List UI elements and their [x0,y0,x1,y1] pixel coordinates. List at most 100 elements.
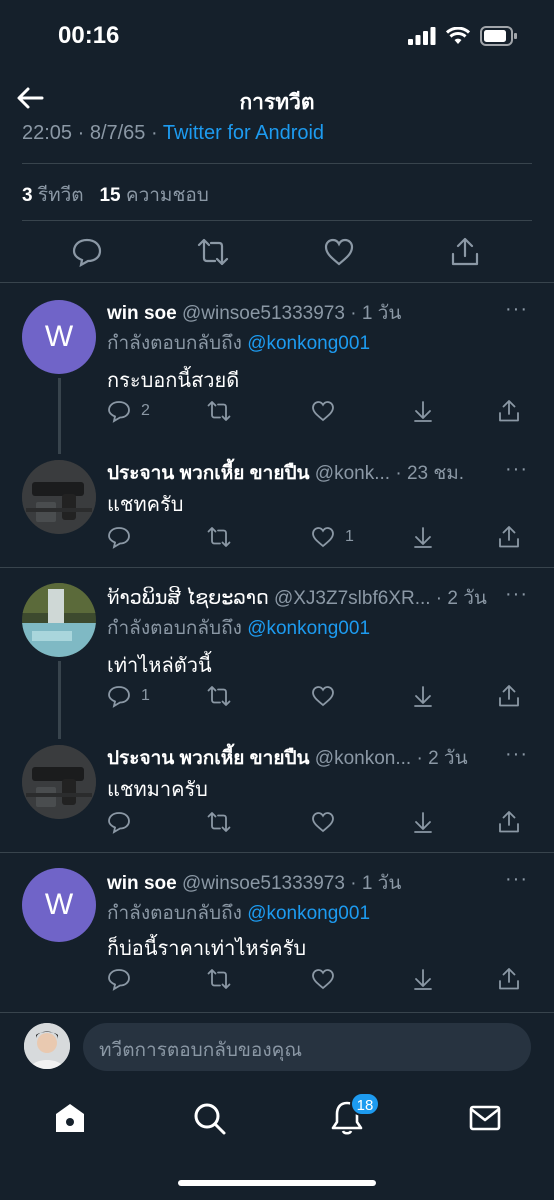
like-button[interactable] [311,398,345,424]
reply-prefix: กำลังตอบกลับถึง [107,333,242,354]
like-button[interactable] [311,966,345,992]
author-name: ประจาน พวกเหี้ย ขายปืน [107,748,310,769]
tweet-author-line[interactable]: win soe @winsoe51333973 · 1 วัน [107,298,492,328]
download-arrow-icon [414,969,432,990]
reply-compose-input[interactable]: ทวีตการตอบกลับของคุณ [83,1023,531,1071]
avatar[interactable]: W [22,300,96,374]
gun-photo-avatar [22,745,96,819]
reply-thread-3: W win soe @winsoe51333973 · 1 วัน ··· กำ… [0,852,554,1012]
profile-photo-avatar [24,1023,70,1069]
retweet-button[interactable] [207,524,231,550]
tweet-actions [107,966,527,992]
tweet-source-link[interactable]: Twitter for Android [163,122,324,144]
tweet-author-line[interactable]: win soe @winsoe51333973 · 1 วัน [107,868,492,898]
tweet-actions: 1 [107,524,527,550]
retweet-count[interactable]: 3 [22,185,33,206]
more-options-icon[interactable]: ··· [505,298,528,321]
like-label[interactable]: ความชอบ [126,185,209,206]
like-button[interactable] [311,809,345,835]
author-name: ประจาน พวกเหี้ย ขายปืน [107,463,310,484]
reply-button[interactable] [107,966,141,992]
download-arrow-icon [414,812,432,833]
mention-link[interactable]: @konkong001 [247,618,370,639]
share-button[interactable] [497,524,521,550]
retweet-label[interactable]: รีทวีต [38,185,84,206]
more-options-icon[interactable]: ··· [505,743,528,766]
reply-button[interactable] [107,809,141,835]
more-options-icon[interactable]: ··· [505,458,528,481]
wifi-icon [446,27,470,44]
avatar-letter: W [44,320,74,353]
like-count[interactable]: 15 [99,185,120,206]
reply-icon [108,401,130,423]
share-button[interactable] [497,683,521,709]
download-button[interactable] [411,398,435,424]
tweet-author-line[interactable]: ประจาน พวกเหี้ย ขายปืน @konkon... · 2 วั… [107,743,492,773]
author-handle-time: @XJ3Z7slbf6XR... · 2 วัน [273,588,487,609]
retweet-icon [207,527,231,547]
download-button[interactable] [411,683,435,709]
search-icon[interactable] [189,1098,229,1138]
mention-link[interactable]: @konkong001 [247,903,370,924]
reply-count: 2 [141,402,150,419]
reply-thread-1: W win soe @winsoe51333973 · 1 วัน ··· กำ… [0,282,554,567]
more-options-icon[interactable]: ··· [505,868,528,891]
home-indicator [178,1180,376,1186]
download-arrow-icon [414,686,432,707]
tweet-meta: 22:05 · 8/7/65 · Twitter for Android [22,122,324,148]
thread-line [58,378,61,454]
share-button[interactable] [497,809,521,835]
page-title: การทวีต [239,91,315,114]
status-bar: 00:16 [0,0,554,74]
share-button[interactable] [497,966,521,992]
messages-envelope-icon[interactable] [465,1098,505,1138]
share-icon [499,685,519,707]
author-name: win soe [107,303,177,324]
author-name: win soe [107,873,177,894]
tweet-text: แชทครับ [107,494,184,516]
my-avatar[interactable] [24,1023,70,1069]
home-icon[interactable] [50,1098,90,1138]
retweet-button[interactable] [207,398,231,424]
avatar[interactable] [22,460,96,534]
mention-link[interactable]: @konkong001 [247,333,370,354]
retweet-button[interactable] [207,683,231,709]
retweet-button[interactable] [207,966,231,992]
signal-icon [408,27,436,45]
retweet-icon [207,969,231,989]
replying-to: กำลังตอบกลับถึง @konkong001 [107,613,370,643]
like-button[interactable] [311,683,345,709]
like-button[interactable]: 1 [311,524,354,550]
download-button[interactable] [411,966,435,992]
share-button[interactable] [497,398,521,424]
divider [22,163,532,164]
reply-button[interactable]: 2 [107,398,150,424]
download-button[interactable] [411,809,435,835]
tweet-author-line[interactable]: ประจาน พวกเหี้ย ขายปืน @konk... · 23 ชม. [107,458,492,488]
like-heart-icon [312,812,334,833]
avatar[interactable] [22,745,96,819]
gun-photo-avatar [22,460,96,534]
tweet-actions: 1 [107,683,527,709]
download-button[interactable] [411,524,435,550]
tweet-author-line[interactable]: ท້າວພິນສີ ໄຊຍະລາດ @XJ3Z7slbf6XR... · 2 ว… [107,583,492,613]
reply-icon[interactable] [71,236,103,268]
bottom-tab-bar: 18 [0,1084,554,1200]
reply-icon [108,969,130,991]
download-arrow-icon [414,527,432,548]
retweet-icon[interactable] [197,236,229,268]
reply-button[interactable] [107,524,141,550]
more-options-icon[interactable]: ··· [505,583,528,606]
compose-bar: ทวีตการตอบกลับของคุณ [0,1012,554,1084]
tweet-actions: 2 [107,398,527,424]
avatar[interactable] [22,583,96,657]
retweet-button[interactable] [207,809,231,835]
avatar[interactable]: W [22,868,96,942]
tweet-text: ก็บ่อนี้ราคาเท่าไหร่ครับ [107,938,307,960]
share-icon[interactable] [449,236,481,268]
tweet-action-row [0,232,554,276]
reply-button[interactable]: 1 [107,683,150,709]
like-heart-icon [312,401,334,422]
reply-thread-2: ท້າວພິນສີ ໄຊຍະລາດ @XJ3Z7slbf6XR... · 2 ว… [0,567,554,852]
like-heart-icon[interactable] [323,236,355,268]
